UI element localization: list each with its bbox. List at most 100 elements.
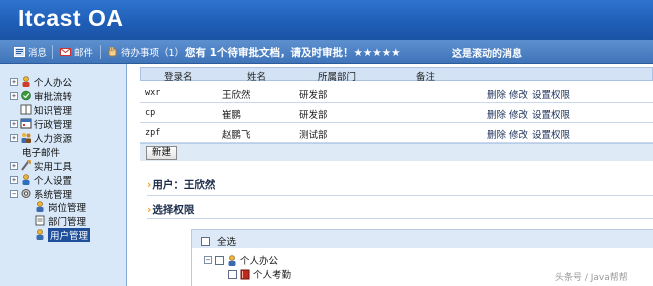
mail-label: 邮件 (74, 48, 94, 59)
sidebar-item-approval[interactable]: + 审批流转 (10, 89, 73, 103)
set-permission-link[interactable]: 设置权限 (532, 87, 570, 101)
people-icon (21, 133, 31, 143)
expand-toggle-icon[interactable]: + (10, 77, 18, 86)
expand-toggle-icon[interactable]: + (10, 175, 18, 184)
dept-cell: 研发部 (299, 110, 328, 121)
delete-link[interactable]: 删除 (487, 127, 506, 141)
name-cell: 崔鹏 (222, 110, 242, 121)
tree-node-personal-office[interactable]: − 个人办公 (204, 253, 278, 267)
dept-cell: 测试部 (299, 130, 328, 141)
expand-toggle-icon[interactable]: + (10, 161, 18, 170)
message-icon (14, 47, 25, 57)
edit-link[interactable]: 修改 (509, 127, 528, 141)
message-link[interactable]: 消息 (14, 45, 47, 59)
sidebar-item-label: 个人办公 (34, 77, 73, 89)
edit-link[interactable]: 修改 (509, 87, 528, 101)
column-header: 所属部门 (318, 72, 357, 83)
person-icon (228, 254, 236, 266)
sidebar-item-label: 人力资源 (34, 133, 73, 145)
expand-toggle-icon[interactable]: + (10, 133, 18, 142)
sidebar-item-departments[interactable]: 部门管理 (34, 214, 87, 228)
sidebar-item-email[interactable]: 电子邮件 (20, 145, 61, 159)
set-permission-link[interactable]: 设置权限 (532, 127, 570, 141)
sidebar-item-admin[interactable]: + 行政管理 (10, 117, 72, 131)
table-row: zpf 赵鹏飞 测试部 删除 修改 设置权限 (140, 123, 653, 143)
table-row: wxr 王欣然 研发部 删除 修改 设置权限 (140, 83, 653, 103)
sidebar-item-personal-office[interactable]: + 个人办公 (10, 75, 73, 89)
person-icon (22, 76, 30, 87)
table-action-bar: 新建 (140, 143, 653, 161)
sidebar-item-label: 审批流转 (34, 91, 73, 103)
user-section-label: 用户：王欣然 (152, 179, 216, 191)
main-content: 登录名 姓名 所属部门 备注 wxr 王欣然 研发部 删除 修改 设置权限 cp… (128, 64, 653, 286)
sidebar-item-label: 系统管理 (34, 189, 73, 201)
permission-tree-header: 全选 (192, 230, 653, 248)
column-header: 登录名 (164, 72, 193, 83)
section-arrow-icon: › (147, 179, 152, 191)
edit-link[interactable]: 修改 (509, 107, 528, 121)
select-all[interactable]: 全选 (201, 234, 236, 248)
toolbar: 消息 邮件 待办事项（1） 您有 1个待审批文档，请及时审批！★★★★★ 这是滚… (0, 40, 653, 64)
person-icon (36, 201, 44, 212)
node-checkbox[interactable] (215, 255, 224, 265)
sidebar-item-label: 部门管理 (48, 216, 87, 228)
sidebar-item-users[interactable]: 用户管理 (34, 227, 91, 242)
sidebar-item-personal-settings[interactable]: + 个人设置 (10, 173, 73, 187)
column-header: 备注 (416, 72, 436, 83)
select-all-checkbox[interactable] (201, 236, 210, 246)
mail-link[interactable]: 邮件 (60, 45, 93, 59)
delete-link[interactable]: 删除 (487, 87, 506, 101)
select-all-label: 全选 (217, 237, 237, 248)
scrolling-message: 这是滚动的消息 (452, 49, 522, 60)
permission-section-label: 选择权限 (152, 204, 195, 216)
login-cell: wxr (145, 88, 161, 98)
app-header: Itcast OA (0, 0, 653, 40)
sidebar-item-label: 个人设置 (34, 175, 73, 187)
node-label: 个人考勤 (253, 270, 292, 281)
sidebar-item-hr[interactable]: + 人力资源 (10, 131, 73, 145)
collapse-toggle-icon[interactable]: − (10, 189, 18, 198)
todo-link[interactable]: 待办事项（1） (107, 45, 184, 59)
name-cell: 赵鹏飞 (222, 130, 251, 141)
sidebar-item-positions[interactable]: 岗位管理 (34, 200, 86, 214)
mail-icon (60, 48, 71, 56)
table-header: 登录名 姓名 所属部门 备注 (140, 67, 653, 83)
sidebar-item-label: 电子邮件 (22, 147, 61, 159)
expand-toggle-icon[interactable]: + (10, 119, 18, 128)
gear-icon (21, 189, 31, 198)
section-arrow-icon: › (147, 204, 152, 216)
sidebar-item-tools[interactable]: + 实用工具 (10, 159, 72, 173)
app-title: Itcast OA (18, 5, 124, 31)
dept-cell: 研发部 (299, 90, 328, 101)
node-checkbox[interactable] (228, 269, 237, 279)
divider (147, 218, 653, 219)
todo-label: 待办事项（1） (121, 48, 185, 59)
user-section-title: ›用户：王欣然 (147, 177, 215, 192)
page-icon (35, 215, 45, 226)
tree-node-attendance[interactable]: 个人考勤 (228, 267, 291, 281)
expand-toggle-icon[interactable]: + (10, 91, 18, 100)
message-label: 消息 (28, 48, 48, 59)
name-cell: 王欣然 (222, 90, 251, 101)
new-button[interactable]: 新建 (146, 146, 178, 160)
sidebar: + 个人办公 + 审批流转 知识管理 + 行政管理 + 人力资源 电子邮件 + … (0, 64, 127, 286)
tools-icon (21, 160, 31, 171)
sidebar-item-system[interactable]: − 系统管理 (10, 187, 73, 201)
column-header: 姓名 (247, 72, 267, 83)
node-label: 个人办公 (240, 256, 279, 267)
delete-link[interactable]: 删除 (487, 107, 506, 121)
hand-icon (108, 47, 117, 57)
sidebar-item-knowledge[interactable]: 知识管理 (20, 103, 73, 117)
login-cell: zpf (145, 128, 161, 138)
set-permission-link[interactable]: 设置权限 (532, 107, 570, 121)
calendar-icon (20, 118, 32, 129)
person-icon (36, 229, 44, 240)
divider (147, 195, 653, 196)
table-row: cp 崔鹏 研发部 删除 修改 设置权限 (140, 103, 653, 123)
red-book-icon (240, 269, 250, 279)
sidebar-item-label: 知识管理 (34, 105, 73, 117)
book-icon (20, 104, 32, 115)
collapse-toggle-icon[interactable]: − (204, 256, 212, 264)
pending-notice[interactable]: 您有 1个待审批文档，请及时审批！★★★★★ (185, 45, 401, 60)
person-icon (22, 174, 30, 185)
